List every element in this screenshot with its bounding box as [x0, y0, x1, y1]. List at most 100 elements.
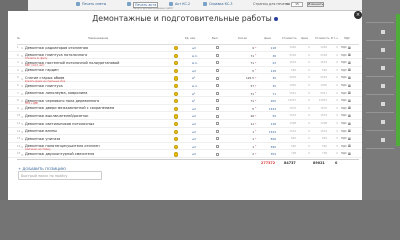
drag-handle-icon[interactable]: ⇅ [21, 137, 23, 141]
work-name[interactable]: Демонтаж ванны [25, 129, 57, 133]
price-value[interactable]: 36 [260, 54, 276, 58]
drag-handle-icon[interactable]: ⇅ [21, 99, 23, 103]
table-row[interactable]: 13 ⇅ Демонтаж унитаза шт 1 * 826 826 0 826 0 НДС ⊠ [8, 136, 362, 143]
work-name[interactable]: Демонтаж линолеума, ковролина [25, 91, 87, 95]
done-checkbox[interactable] [216, 46, 219, 50]
drag-handle-icon[interactable]: ⇅ [21, 92, 23, 96]
price-coin-icon[interactable] [174, 99, 179, 104]
price-value[interactable]: 826 [260, 137, 276, 141]
drag-handle-icon[interactable]: ⇅ [21, 130, 23, 134]
price-coin-icon[interactable] [174, 106, 179, 111]
table-row[interactable]: 3 ⇅ Демонтаж настенной потолочной полиурет… [8, 60, 362, 67]
drag-handle-icon[interactable]: ⇅ [21, 145, 23, 149]
work-name[interactable]: Демонтаж выключателей/розеток [25, 114, 88, 118]
delete-row-icon[interactable]: ⊠ [348, 137, 351, 141]
drag-handle-icon[interactable]: ⇅ [21, 153, 23, 157]
pages-count-input[interactable]: 15 [291, 2, 303, 7]
unit-link[interactable]: м.п. [192, 54, 198, 58]
drag-handle-icon[interactable]: ⇅ [21, 77, 23, 81]
delete-row-icon[interactable]: ⊠ [348, 76, 351, 80]
delete-row-icon[interactable]: ⊠ [348, 152, 351, 156]
unit-link[interactable]: м.п. [192, 84, 198, 88]
price-value[interactable]: 1534 [260, 107, 276, 111]
price-coin-icon[interactable] [174, 152, 179, 157]
price-coin-icon[interactable] [174, 122, 179, 127]
price-coin-icon[interactable] [174, 68, 179, 73]
price-coin-icon[interactable] [174, 114, 179, 119]
price-value[interactable]: 590 [260, 145, 276, 149]
quantity-value[interactable]: 9 [232, 46, 254, 50]
unit-link[interactable]: м² [192, 92, 195, 96]
unit-link[interactable]: шт [192, 152, 196, 156]
drag-handle-icon[interactable]: ⇅ [21, 122, 23, 126]
quantity-value[interactable]: 5 [232, 107, 254, 111]
delete-row-icon[interactable]: ⊠ [348, 129, 351, 133]
table-row[interactable]: 14 ⇅ Демонтаж полотенцесушителя отоплен Сан… [8, 144, 362, 151]
price-coin-icon[interactable] [174, 144, 179, 149]
price-value[interactable]: 23 [260, 61, 276, 65]
price-value[interactable]: 354 [260, 152, 276, 156]
table-row[interactable]: 8 ⇅ Демонтаж чернового пола деревянного ЛСФ… [8, 98, 362, 105]
change-button[interactable]: Изменить [307, 2, 324, 7]
delete-row-icon[interactable]: ⊠ [348, 122, 351, 126]
unit-link[interactable]: шт [192, 46, 196, 50]
price-search-input[interactable] [18, 171, 102, 180]
unit-link[interactable]: м² [192, 76, 195, 80]
price-coin-icon[interactable] [174, 84, 179, 89]
price-value[interactable]: 1534 [260, 130, 276, 134]
drag-handle-icon[interactable]: ⇅ [21, 107, 23, 111]
price-value[interactable]: 118 [260, 69, 276, 73]
price-coin-icon[interactable] [174, 129, 179, 134]
table-row[interactable]: 6 ⇅ Демонтаж плинтуса м.п. 57 * 35 1995 0 1995 0 НД… [8, 83, 362, 90]
quantity-value[interactable]: 145.5 [232, 76, 254, 80]
price-coin-icon[interactable] [174, 76, 179, 81]
drag-handle-icon[interactable]: ⇅ [21, 84, 23, 88]
unit-link[interactable]: шт [192, 122, 196, 126]
done-checkbox[interactable] [216, 145, 219, 149]
close-button[interactable]: × [354, 11, 362, 19]
unit-link[interactable]: шт [192, 145, 196, 149]
table-row[interactable]: 12 ⇅ Демонтаж ванны шт 1 * 1534 1534 0 1534 0 НДС ⊠ [8, 129, 362, 136]
delete-row-icon[interactable]: ⊠ [348, 114, 351, 118]
done-checkbox[interactable] [216, 137, 219, 141]
delete-row-icon[interactable]: ⊠ [348, 84, 351, 88]
table-row[interactable]: 2 ⇅ Демонтаж плинтуса потолочного Отклеить … [8, 53, 362, 60]
unit-link[interactable]: шт [192, 130, 196, 134]
quantity-value[interactable]: 1 [232, 137, 254, 141]
delete-row-icon[interactable]: ⊠ [348, 99, 351, 103]
table-row[interactable]: 7 ⇅ Демонтаж линолеума, ковролина м² 71 * 71 50… [8, 91, 362, 98]
done-checkbox[interactable] [216, 122, 219, 126]
work-name[interactable]: Демонтаж унитаза [25, 137, 60, 141]
unit-link[interactable]: шт [192, 69, 196, 73]
price-coin-icon[interactable] [174, 91, 179, 96]
table-row[interactable]: 15 ⇅ Демонтаж двухконтурной смесителя шт 2 * 3… [8, 151, 362, 158]
table-row[interactable]: 11 ⇅ Демонтаж светильников потолочных шт 11 *… [8, 121, 362, 128]
done-checkbox[interactable] [216, 69, 219, 73]
act-ks2-link[interactable]: Акт КС-2 [175, 2, 190, 6]
work-name[interactable]: Демонтаж двери межкомнатной с сохранение… [25, 106, 114, 110]
delete-row-icon[interactable]: ⊠ [348, 106, 351, 110]
table-row[interactable]: 9 ⇅ Демонтаж двери межкомнатной с сохранен… [8, 106, 362, 113]
quantity-value[interactable]: 71 [232, 92, 254, 96]
quantity-value[interactable]: 2 [232, 152, 254, 156]
done-checkbox[interactable] [216, 129, 219, 133]
done-checkbox[interactable] [216, 107, 219, 111]
price-coin-icon[interactable] [174, 61, 179, 66]
unit-link[interactable]: шт [192, 107, 196, 111]
table-row[interactable]: 1 ⇅ Демонтаж радиаторов отопления шт 9 * 118 10… [8, 45, 362, 52]
table-row[interactable]: 5 ⇅ Снятие старых обоев Уделить время на от… [8, 75, 362, 83]
work-name[interactable]: Демонтаж гардин [25, 68, 59, 72]
drag-handle-icon[interactable]: ⇅ [21, 69, 23, 73]
quantity-value[interactable]: 71 [232, 54, 254, 58]
reference-ks3-link[interactable]: Справка КС-3 [209, 2, 233, 6]
done-checkbox[interactable] [216, 152, 219, 156]
quantity-value[interactable]: 57 [232, 84, 254, 88]
done-checkbox[interactable] [216, 99, 219, 103]
price-value[interactable]: 35 [260, 84, 276, 88]
table-row[interactable]: 4 ⇅ Демонтаж гардин шт 5 * 118 590 0 590 0 НДС ⊠ [8, 68, 362, 75]
work-name[interactable]: Демонтаж двухконтурной смесителя [25, 152, 94, 156]
done-checkbox[interactable] [216, 53, 219, 57]
done-checkbox[interactable] [216, 91, 219, 95]
price-value[interactable]: 71 [260, 92, 276, 96]
price-coin-icon[interactable] [174, 53, 179, 58]
